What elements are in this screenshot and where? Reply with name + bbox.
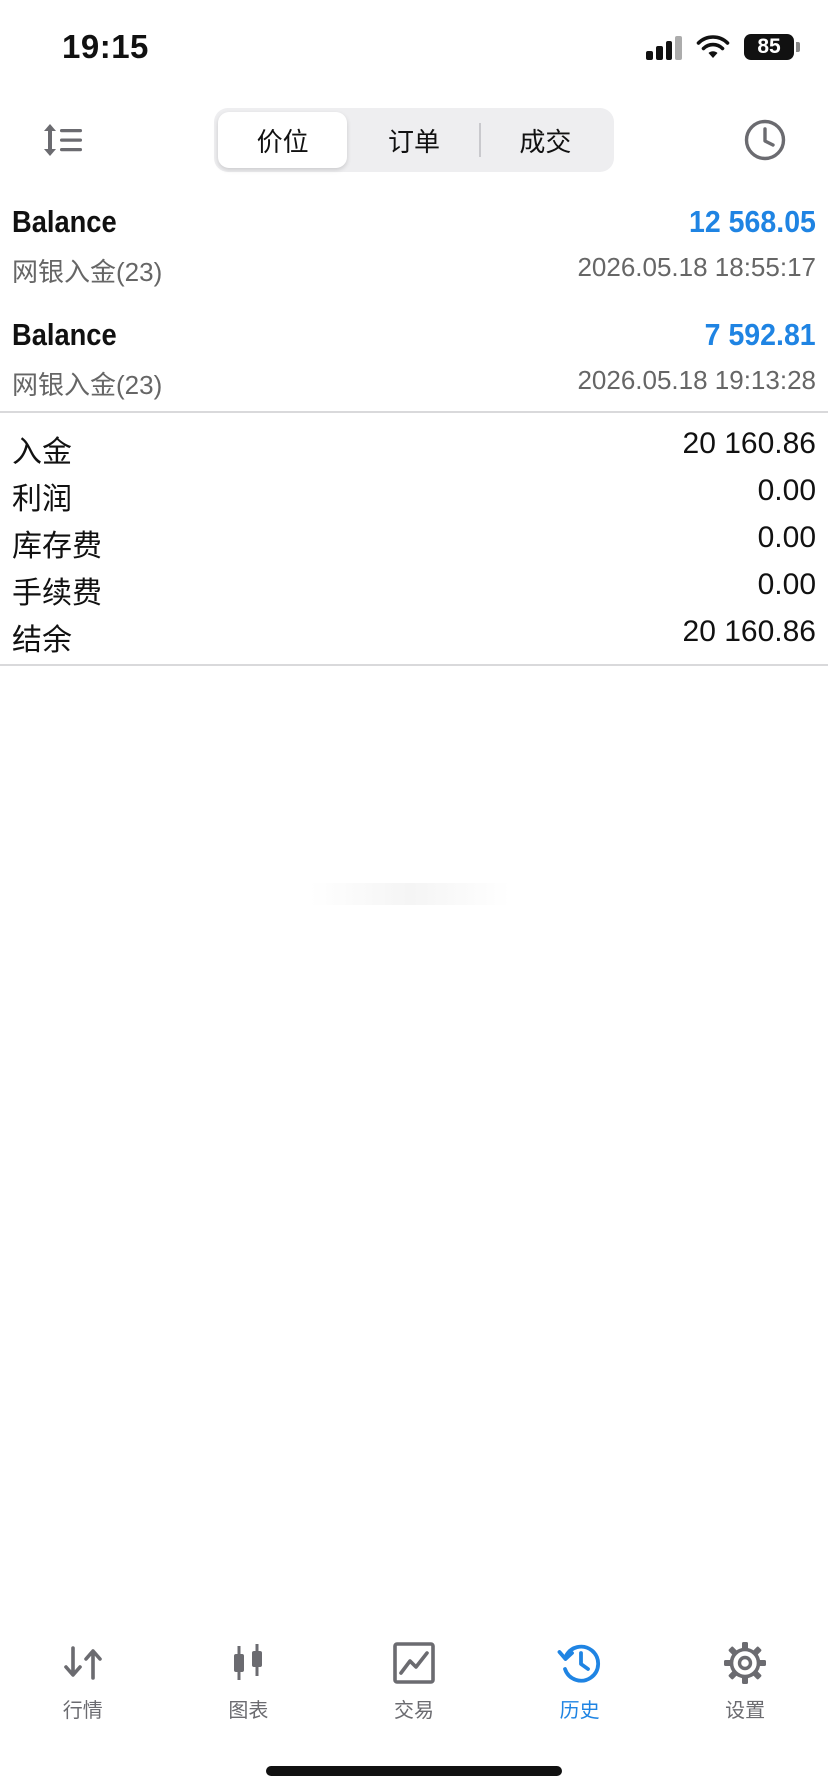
deal-amount: 12 568.05 — [689, 204, 816, 239]
divider — [0, 411, 828, 413]
background-artifact — [310, 883, 510, 905]
tab-bar: 行情 图表 交易 历史 设置 — [0, 1620, 828, 1740]
summary-value: 0.00 — [757, 521, 816, 554]
status-icons: 85 — [646, 34, 800, 60]
tab-label: 设置 — [725, 1700, 766, 1722]
deal-time: 2026.05.18 18:55:17 — [577, 252, 816, 282]
summary-label: 库存费 — [12, 530, 102, 563]
segment-orders[interactable]: 订单 — [349, 112, 478, 168]
list-item[interactable]: Balance 7 592.81 网银入金(23) 2026.05.18 19:… — [12, 305, 816, 415]
home-indicator[interactable] — [266, 1766, 562, 1776]
deal-comment: 网银入金(23) — [12, 370, 163, 400]
segment-deals[interactable]: 成交 — [481, 112, 610, 168]
tab-label: 交易 — [393, 1700, 434, 1722]
trade-icon — [393, 1642, 435, 1684]
deal-type: Balance — [12, 204, 117, 239]
summary-label: 利润 — [12, 483, 72, 516]
summary-swap: 库存费 0.00 — [12, 515, 816, 563]
tab-settings[interactable]: 设置 — [662, 1620, 828, 1740]
summary-profit: 利润 0.00 — [12, 468, 816, 516]
summary-commission: 手续费 0.00 — [12, 562, 816, 610]
tab-history[interactable]: 历史 — [497, 1620, 663, 1740]
summary-value: 0.00 — [757, 474, 816, 507]
summary-value: 20 160.86 — [682, 615, 816, 648]
summary-deposit: 入金 20 160.86 — [12, 421, 816, 469]
tab-label: 历史 — [559, 1700, 600, 1722]
summary-value: 20 160.86 — [682, 427, 816, 460]
battery-icon: 85 — [744, 34, 800, 60]
chart-icon — [234, 1644, 263, 1680]
quotes-icon — [63, 1646, 102, 1680]
divider — [0, 664, 828, 666]
summary-label: 手续费 — [12, 577, 102, 610]
clock-icon[interactable] — [742, 117, 788, 163]
history-icon — [557, 1644, 600, 1683]
deal-amount: 7 592.81 — [704, 317, 816, 352]
deal-type: Balance — [12, 317, 117, 352]
tab-label: 行情 — [62, 1700, 103, 1722]
wifi-icon — [696, 35, 730, 58]
tab-quotes[interactable]: 行情 — [0, 1620, 166, 1740]
status-time: 19:15 — [62, 28, 149, 65]
signal-icon — [646, 34, 682, 60]
summary-label: 结余 — [12, 624, 72, 657]
summary-balance: 结余 20 160.86 — [12, 609, 816, 657]
gear-icon — [724, 1642, 767, 1684]
deal-time: 2026.05.18 19:13:28 — [577, 365, 816, 395]
toolbar: 价位 订单 成交 — [0, 100, 828, 182]
list-item[interactable]: Balance 12 568.05 网银入金(23) 2026.05.18 18… — [12, 192, 816, 302]
tab-chart[interactable]: 图表 — [166, 1620, 332, 1740]
tab-trade[interactable]: 交易 — [331, 1620, 497, 1740]
summary-value: 0.00 — [757, 568, 816, 601]
segment-price[interactable]: 价位 — [218, 112, 348, 168]
deal-comment: 网银入金(23) — [12, 257, 163, 287]
summary-label: 入金 — [12, 436, 72, 469]
view-segmented-control: 价位 订单 成交 — [214, 108, 614, 172]
tab-label: 图表 — [228, 1700, 269, 1722]
sort-icon[interactable] — [40, 118, 86, 162]
status-bar: 19:15 85 — [0, 0, 828, 100]
